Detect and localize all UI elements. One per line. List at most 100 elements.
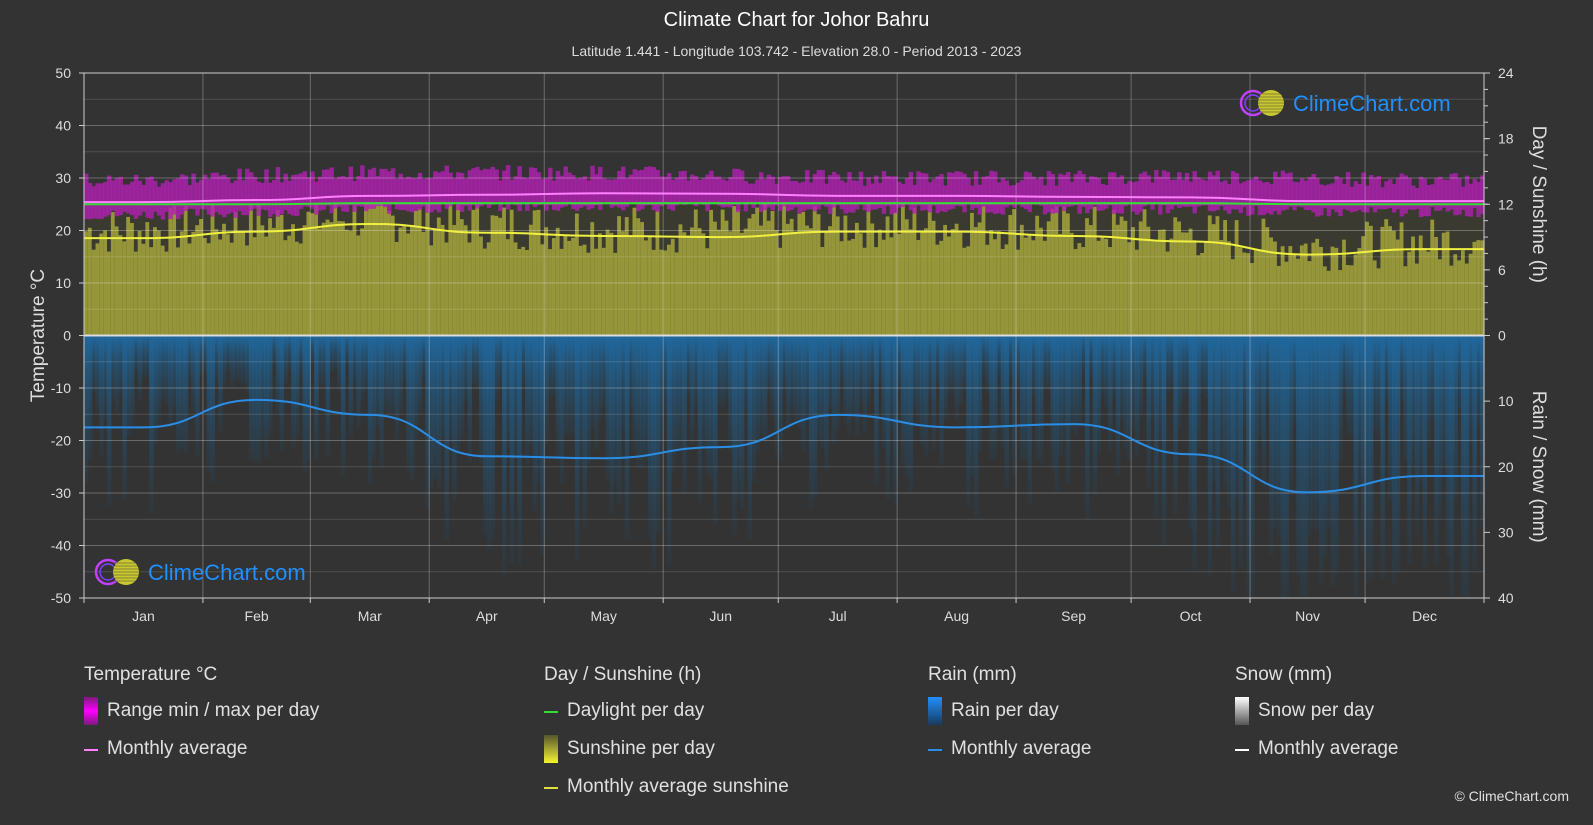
rain-bar xyxy=(187,335,192,383)
rain-bar xyxy=(168,335,173,427)
sunshine-bar xyxy=(1035,215,1040,336)
temp-range-bar xyxy=(678,171,683,205)
sunshine-bar xyxy=(509,209,515,336)
sunshine-bar xyxy=(709,209,714,336)
rain-bar xyxy=(582,335,588,527)
rain-bar xyxy=(862,335,868,433)
sunshine-bar xyxy=(1257,249,1263,336)
rain-bar xyxy=(977,335,983,452)
sunshine-bar xyxy=(1407,251,1412,336)
temp-range-bar xyxy=(1311,173,1316,213)
rain-bar xyxy=(463,335,469,402)
legend-rain: Rain (mm) Rain per day Monthly average xyxy=(928,664,1091,776)
rain-bar xyxy=(1376,335,1382,438)
sunshine-bar xyxy=(210,204,216,336)
temp-range-bar xyxy=(302,171,308,207)
sunshine-bar xyxy=(927,204,933,336)
rain-bar xyxy=(1330,335,1336,586)
temp-range-bar xyxy=(521,177,526,204)
sunshine-bar xyxy=(1134,249,1140,336)
sunshine-bar xyxy=(828,226,833,336)
rain-bar xyxy=(824,335,829,471)
sunshine-bar xyxy=(1073,249,1079,336)
rain-bar xyxy=(1100,335,1105,397)
sunshine-bar xyxy=(1307,261,1312,336)
sunshine-bar xyxy=(130,223,135,336)
temp-range-bar xyxy=(406,176,411,212)
rain-bar xyxy=(640,335,645,469)
rain-bar xyxy=(854,335,860,438)
temp-range-bar xyxy=(87,182,93,220)
temp-range-bar xyxy=(1437,176,1443,211)
sunshine-bar xyxy=(931,220,937,336)
rain-bar xyxy=(191,335,196,412)
sunshine-bar xyxy=(597,233,603,336)
month-label: Oct xyxy=(1180,608,1202,624)
sunshine-bar xyxy=(279,215,285,336)
rain-swatch-icon xyxy=(928,697,942,725)
temp-range-bar xyxy=(736,168,741,213)
rain-bar xyxy=(839,335,845,383)
sunshine-bar xyxy=(1050,208,1056,336)
temp-range-bar xyxy=(1211,175,1217,212)
temp-range-bar xyxy=(709,170,714,203)
temp-range-bar xyxy=(1276,177,1282,215)
rain-bar xyxy=(164,335,169,404)
rain-bar xyxy=(762,335,768,442)
right-tick-label: 12 xyxy=(1498,196,1514,212)
sunshine-bar xyxy=(713,221,718,336)
rain-bar xyxy=(421,335,426,378)
rain-bar xyxy=(1315,335,1320,531)
temp-range-bar xyxy=(663,176,668,204)
temp-range-bar xyxy=(494,169,499,202)
sunshine-bar xyxy=(755,207,760,336)
rain-bar xyxy=(494,335,499,402)
snow-swatch-icon xyxy=(1235,697,1249,725)
sunshine-bar xyxy=(854,222,860,336)
sunshine-bar xyxy=(1322,266,1328,336)
temp-range-bar xyxy=(122,184,127,212)
rain-bar xyxy=(632,335,637,451)
rain-bar xyxy=(628,335,634,409)
sunshine-bar xyxy=(551,238,557,336)
temp-range-bar xyxy=(628,174,634,204)
temp-range-bar xyxy=(820,170,825,205)
rain-bar xyxy=(935,335,940,385)
left-tick-label: 30 xyxy=(55,170,71,186)
temp-range-bar xyxy=(1319,184,1324,216)
temp-range-bar xyxy=(218,175,223,215)
sunshine-bar xyxy=(410,224,415,336)
rain-bar xyxy=(536,335,542,483)
temp-range-bar xyxy=(962,173,967,213)
sunshine-bar xyxy=(1234,220,1240,336)
sunshine-bar xyxy=(287,235,292,336)
temp-range-bar xyxy=(1142,171,1148,207)
rain-bar xyxy=(973,335,979,517)
rain-bar xyxy=(521,335,526,385)
rain-bar xyxy=(647,335,653,538)
rain-bar xyxy=(594,335,599,450)
temp-range-bar xyxy=(574,178,580,211)
rain-bar xyxy=(1192,335,1197,571)
rain-bar xyxy=(122,335,127,500)
sunshine-bar xyxy=(379,203,384,336)
legend-item-rain: Rain per day xyxy=(928,697,1091,738)
temp-range-bar xyxy=(103,182,108,217)
legend-heading: Snow (mm) xyxy=(1235,664,1333,685)
sunshine-bar xyxy=(114,226,120,336)
sunshine-bar xyxy=(1296,258,1301,336)
temp-range-bar xyxy=(513,176,519,206)
rain-bar xyxy=(471,335,476,385)
rain-bar xyxy=(237,335,242,383)
rain-bar xyxy=(456,335,461,455)
sunshine-bar xyxy=(1058,233,1063,336)
temp-range-bar xyxy=(1411,185,1416,210)
rain-bar xyxy=(1242,335,1247,427)
sunshine-bar xyxy=(356,235,361,336)
rain-bar xyxy=(816,335,822,439)
temp-range-bar xyxy=(881,171,887,214)
temp-range-bar xyxy=(130,181,135,216)
temp-range-bar xyxy=(502,170,507,202)
temp-range-bar xyxy=(555,170,561,211)
sunshine-bar xyxy=(1196,255,1201,336)
